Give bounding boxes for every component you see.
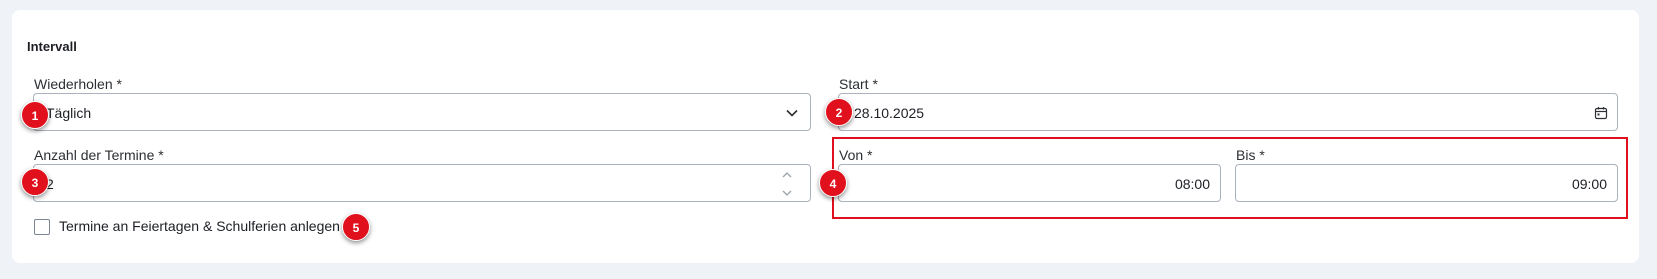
step-marker-5: 5 bbox=[342, 213, 370, 241]
repeat-label-text: Wiederholen bbox=[34, 76, 113, 92]
chevron-down-icon[interactable] bbox=[785, 106, 799, 120]
section-title: Intervall bbox=[27, 39, 77, 54]
step-marker-4: 4 bbox=[819, 169, 847, 197]
count-label-text: Anzahl der Termine bbox=[34, 147, 155, 163]
start-date-field[interactable]: 28.10.2025 bbox=[838, 93, 1618, 131]
step-marker-1: 1 bbox=[21, 101, 49, 129]
count-required-mark: * bbox=[158, 147, 164, 163]
count-stepper[interactable]: 2 bbox=[33, 164, 811, 202]
repeat-select[interactable]: Täglich bbox=[33, 93, 811, 131]
repeat-required-mark: * bbox=[116, 76, 122, 92]
start-date-value: 28.10.2025 bbox=[854, 105, 925, 121]
repeat-select-value: Täglich bbox=[46, 105, 92, 121]
step-marker-2: 2 bbox=[825, 98, 853, 126]
holiday-checkbox[interactable] bbox=[34, 219, 50, 235]
stepper-arrows-icon[interactable] bbox=[781, 170, 793, 198]
count-label: Anzahl der Termine * bbox=[34, 147, 164, 163]
repeat-label: Wiederholen * bbox=[34, 76, 122, 92]
step-marker-3: 3 bbox=[21, 168, 49, 196]
calendar-icon[interactable] bbox=[1594, 106, 1608, 120]
holiday-checkbox-label[interactable]: Termine an Feiertagen & Schulferien anle… bbox=[59, 218, 340, 234]
start-required-mark: * bbox=[872, 76, 878, 92]
time-range-highlight bbox=[832, 137, 1628, 219]
start-label-text: Start bbox=[839, 76, 869, 92]
start-label: Start * bbox=[839, 76, 878, 92]
